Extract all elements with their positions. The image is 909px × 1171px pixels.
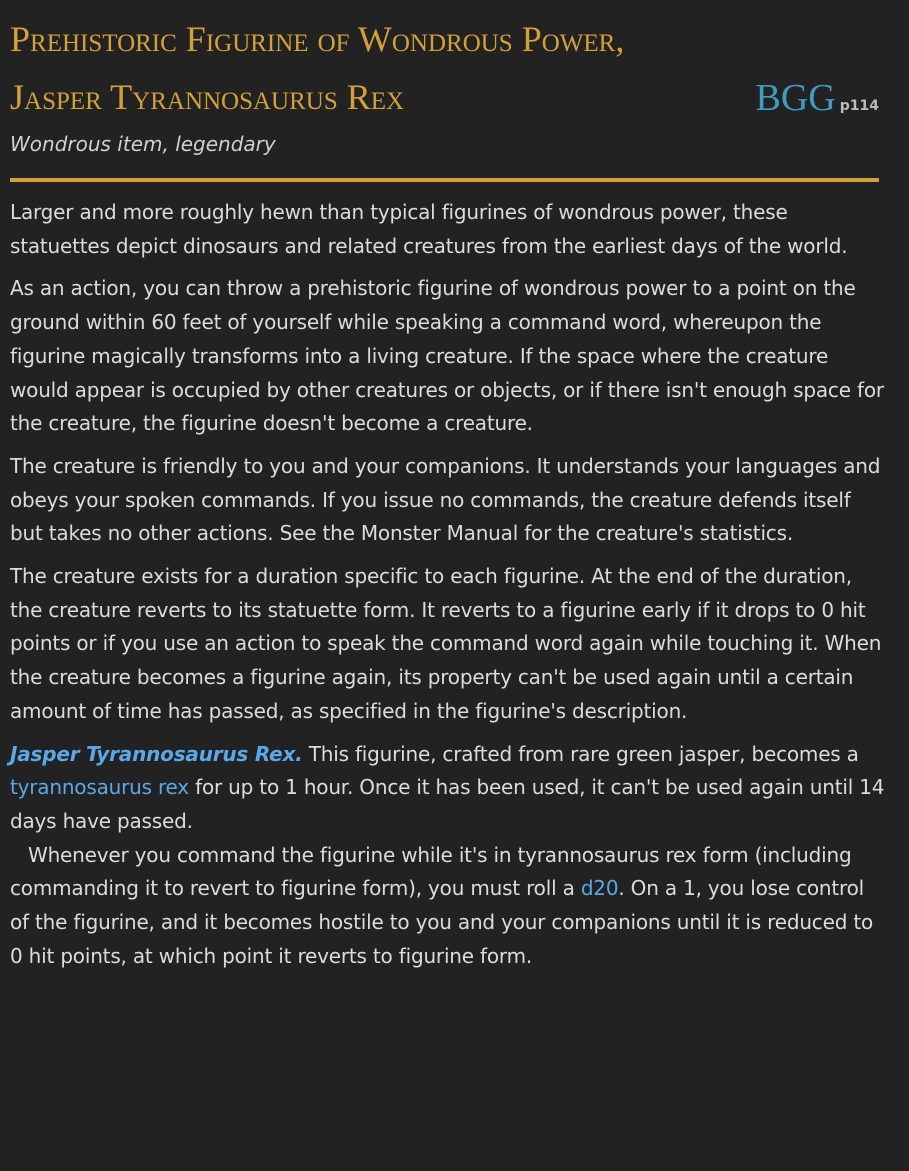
item-type: Wondrous item, legendary bbox=[10, 132, 276, 156]
tyrannosaurus-rex-link[interactable]: tyrannosaurus rex bbox=[10, 775, 189, 799]
entry-heading: Jasper Tyrannosaurus Rex. bbox=[10, 741, 303, 766]
item-card: Prehistoric Figurine of Wondrous Power, … bbox=[0, 0, 909, 973]
text: This figurine, crafted from rare green j… bbox=[302, 741, 859, 766]
item-title: Prehistoric Figurine of Wondrous Power, … bbox=[10, 19, 625, 117]
paragraph: The creature is friendly to you and your… bbox=[10, 453, 881, 546]
divider bbox=[10, 178, 879, 182]
paragraph: As an action, you can throw a prehistori… bbox=[10, 276, 884, 436]
paragraph-command: Whenever you command the figurine while … bbox=[10, 839, 885, 974]
header: Prehistoric Figurine of Wondrous Power, … bbox=[10, 10, 885, 126]
paragraph-jasper: Jasper Tyrannosaurus Rex. This figurine,… bbox=[10, 738, 885, 839]
source-badge[interactable]: BGG p114 bbox=[756, 76, 879, 120]
paragraph: The creature exists for a duration speci… bbox=[10, 564, 882, 723]
d20-link[interactable]: d20 bbox=[581, 876, 619, 900]
paragraph: Larger and more roughly hewn than typica… bbox=[10, 200, 848, 258]
source-page: p114 bbox=[839, 98, 879, 114]
source-abbrev[interactable]: BGG bbox=[756, 77, 836, 119]
